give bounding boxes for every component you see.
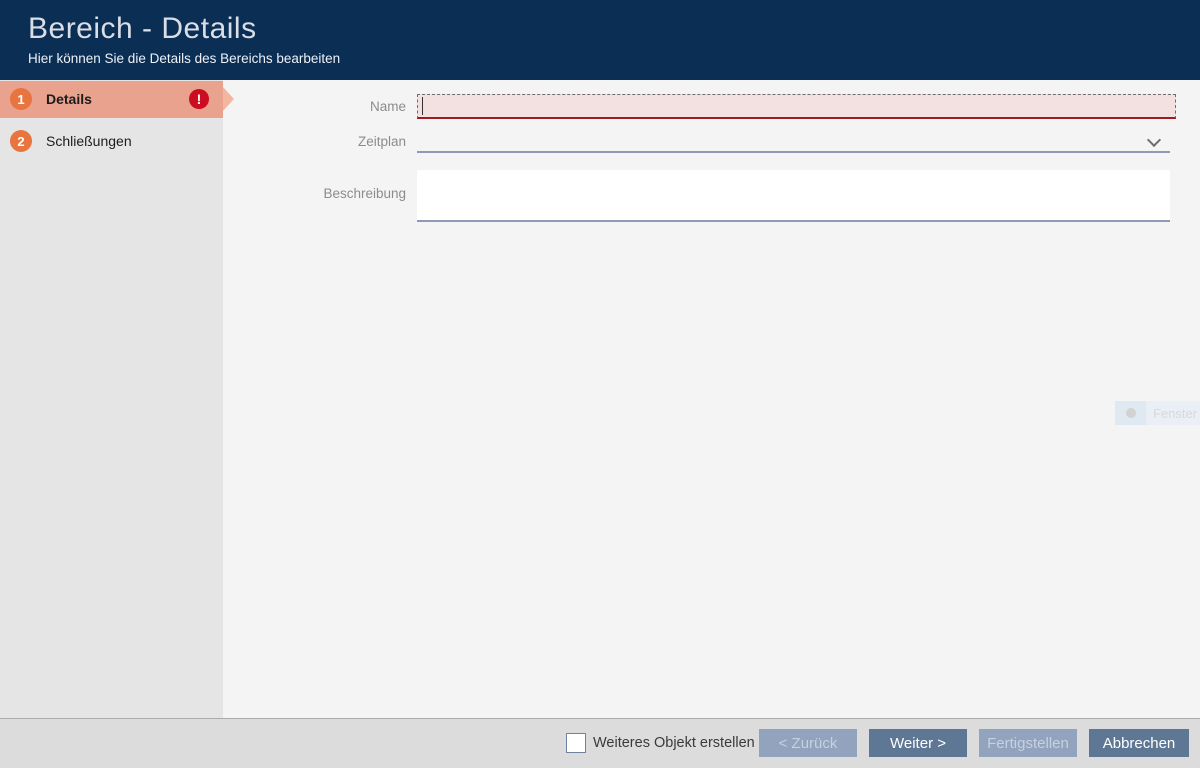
abbrechen-button[interactable]: Abbrechen — [1089, 729, 1189, 757]
text-caret — [422, 97, 423, 115]
beschreibung-textarea[interactable] — [417, 170, 1170, 222]
page-title: Bereich - Details — [28, 12, 257, 46]
step-number-badge: 2 — [10, 130, 32, 152]
step-label: Schließungen — [46, 133, 132, 149]
zeitplan-label: Zeitplan — [223, 134, 406, 149]
wizard-step-sidebar: 1 Details ! 2 Schließungen — [0, 80, 223, 718]
zeitplan-dropdown[interactable] — [417, 127, 1170, 153]
step-number-badge: 1 — [10, 88, 32, 110]
error-icon: ! — [189, 89, 209, 109]
name-input[interactable] — [417, 94, 1176, 119]
step-label: Details — [46, 91, 92, 107]
weiter-button[interactable]: Weiter > — [869, 729, 967, 757]
wizard-header: Bereich - Details Hier können Sie die De… — [0, 0, 1200, 80]
fenster-flyout-handle[interactable]: Fenster au — [1115, 401, 1200, 425]
page-subtitle: Hier können Sie die Details des Bereichs… — [28, 51, 340, 66]
wizard-footer: Weiteres Objekt erstellen < Zurück Weite… — [0, 718, 1200, 768]
pin-icon — [1115, 401, 1146, 425]
step-item-schliessungen[interactable]: 2 Schließungen — [0, 123, 223, 160]
beschreibung-label: Beschreibung — [223, 186, 406, 201]
wizard-window: Bereich - Details Hier können Sie die De… — [0, 0, 1200, 768]
fertigstellen-button[interactable]: Fertigstellen — [979, 729, 1077, 757]
zurueck-button[interactable]: < Zurück — [759, 729, 857, 757]
weiteres-objekt-checkbox-label[interactable]: Weiteres Objekt erstellen — [593, 735, 755, 751]
weiteres-objekt-checkbox[interactable] — [566, 733, 586, 753]
step-item-details[interactable]: 1 Details ! — [0, 81, 223, 118]
flyout-label: Fenster au — [1146, 401, 1200, 425]
name-label: Name — [223, 99, 406, 114]
